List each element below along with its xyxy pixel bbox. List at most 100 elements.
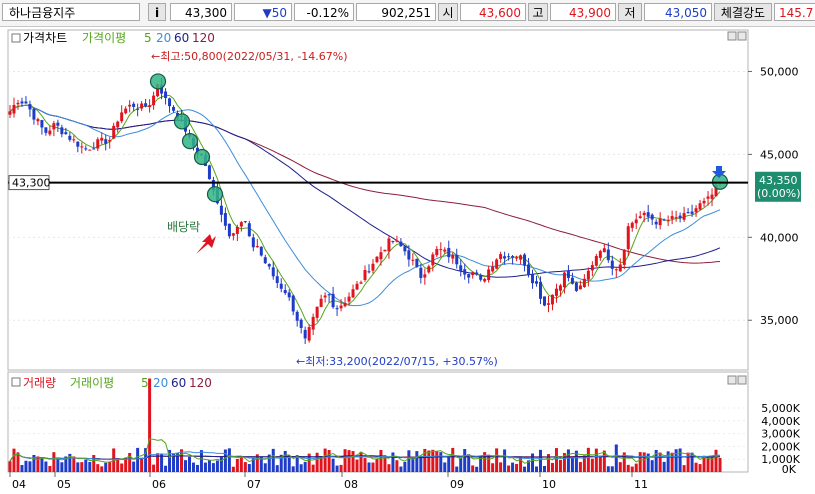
candle-down <box>646 212 650 217</box>
stock-name-field[interactable]: 하나금융지주 <box>2 3 140 21</box>
volume-bar <box>359 451 363 472</box>
volume-bar <box>76 462 80 472</box>
candle-up <box>371 263 375 271</box>
candle-up <box>638 216 642 219</box>
candle-down <box>247 223 251 237</box>
candle-down <box>662 219 666 221</box>
candle-up <box>618 264 622 272</box>
candle-up <box>72 139 76 141</box>
candle-up <box>8 111 12 115</box>
dividend-label: 배당락 <box>167 220 200 234</box>
candle-up <box>383 249 387 252</box>
volume-bar <box>570 456 574 472</box>
x-tick-label: 04 <box>12 478 26 491</box>
volume-bar <box>207 460 211 472</box>
volume-bar <box>100 466 104 472</box>
volume-bar <box>447 457 451 472</box>
candle-down <box>295 311 299 321</box>
candle-up <box>116 121 120 128</box>
strength-value: 145.7 <box>774 3 815 21</box>
volume-legend-title: 거래량 <box>23 376 56 390</box>
candle-down <box>455 254 459 265</box>
volume-bar <box>203 462 207 472</box>
candle-up <box>12 104 16 114</box>
volume-tick-label: 2,000K <box>761 440 800 453</box>
volume-bar <box>523 466 527 472</box>
candle-down <box>539 281 543 299</box>
candle-up <box>363 270 367 280</box>
volume-bar <box>471 465 475 472</box>
volume-bar <box>531 453 535 472</box>
candle-down <box>403 246 407 252</box>
volume-ma120: 120 <box>189 376 212 390</box>
high-price: 43,900 <box>550 3 616 21</box>
low-label: 저 <box>618 3 642 21</box>
volume-bar <box>367 462 371 472</box>
volume-bar <box>507 465 511 472</box>
volume-bar <box>427 450 431 472</box>
volume-bar <box>626 464 630 472</box>
volume-bar <box>311 464 315 472</box>
candle-down <box>331 293 335 308</box>
candle-up <box>311 316 315 330</box>
candle-up <box>626 226 630 250</box>
candle-down <box>367 271 371 273</box>
candle-down <box>610 260 614 269</box>
candle-up <box>339 305 343 309</box>
right-price-tag: 43,350 <box>759 174 798 187</box>
volume-bar <box>419 455 423 472</box>
volume-bar <box>20 465 24 472</box>
candle-up <box>562 272 566 288</box>
current-price: 43,300 <box>170 3 232 21</box>
candle-down <box>251 237 255 248</box>
volume-bar <box>48 465 52 472</box>
candle-up <box>411 259 415 261</box>
candle-up <box>443 249 447 252</box>
price-ma60: 60 <box>174 31 189 45</box>
volume-bar <box>614 444 618 472</box>
volume-bar <box>566 449 570 472</box>
signal-marker <box>206 186 224 203</box>
volume-bar <box>140 457 144 472</box>
volume-bar <box>303 461 307 472</box>
price-ma5: 5 <box>144 31 152 45</box>
volume-bar <box>606 466 610 472</box>
candle-down <box>686 212 690 214</box>
volume-bar <box>403 461 407 472</box>
candle-up <box>148 105 152 108</box>
x-axis: 04 05 06 07 08 09 10 11 <box>9 472 648 491</box>
candle-down <box>28 104 32 110</box>
price-tick-label: 35,000 <box>760 314 799 327</box>
volume-bar <box>618 462 622 472</box>
candle-down <box>303 329 307 339</box>
volume-bar <box>463 449 467 472</box>
volume-bar <box>52 452 56 472</box>
candle-up <box>642 212 646 216</box>
candle-up <box>427 266 431 273</box>
x-tick-label: 07 <box>247 478 261 491</box>
volume-bar <box>662 461 666 472</box>
candle-up <box>674 217 678 219</box>
candle-up <box>554 288 558 296</box>
candle-down <box>40 120 44 128</box>
candle-down <box>68 135 72 140</box>
open-price: 43,600 <box>460 3 526 21</box>
price-panel <box>7 29 749 371</box>
candle-down <box>259 246 263 256</box>
candle-up <box>471 272 475 276</box>
candle-down <box>507 256 511 258</box>
info-button[interactable]: i <box>148 3 166 21</box>
low-price: 43,050 <box>644 3 712 21</box>
volume-bar <box>578 462 582 472</box>
volume-panel-close-icon[interactable] <box>737 375 747 385</box>
trade-volume: 902,251 <box>356 3 436 21</box>
candle-down <box>76 141 80 147</box>
volume-bar <box>116 458 120 472</box>
candle-up <box>152 95 156 106</box>
price-panel-close-icon[interactable] <box>737 31 747 41</box>
price-panel-minimize-icon[interactable] <box>727 31 737 41</box>
candle-down <box>650 214 654 220</box>
volume-panel-minimize-icon[interactable] <box>727 375 737 385</box>
volume-bar <box>415 451 419 472</box>
volume-bar <box>239 456 243 472</box>
